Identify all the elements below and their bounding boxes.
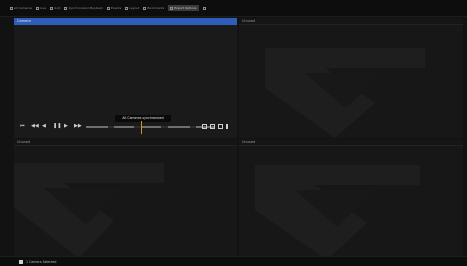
bookmark-icon	[143, 6, 147, 10]
toolbar-item-live[interactable]: Live	[36, 6, 46, 10]
info-icon[interactable]	[226, 124, 228, 129]
toolbar-item-label: Bookmarks	[147, 6, 165, 10]
logo-watermark-icon	[255, 165, 420, 256]
timeline-segment	[86, 126, 108, 128]
toolbar-item-label: All Cameras	[14, 6, 33, 10]
toolbar-item-layout[interactable]: Layout	[125, 6, 139, 10]
toolbar-item-all-cameras[interactable]: All Cameras	[10, 6, 32, 10]
toolbar-item-sync-playback[interactable]: Synchronized Playback	[64, 6, 103, 10]
skip-back-icon[interactable]: ⏮	[20, 124, 25, 129]
camera-pane-4[interactable]: Unused	[239, 139, 463, 256]
toolbar-item-grid[interactable]: Grid	[50, 6, 60, 10]
export-icon	[170, 6, 174, 10]
rewind-icon[interactable]: ◀◀	[31, 124, 39, 129]
snapshot-icon[interactable]	[210, 124, 215, 129]
pane-header: Camera	[14, 18, 237, 25]
status-text: 1 Camera Selected	[26, 259, 57, 264]
toolbar-item-label: Layout	[129, 6, 140, 10]
grid-view-icon[interactable]	[19, 260, 23, 264]
toolbar-item-label: Live	[40, 6, 47, 10]
app-window: All Cameras Live Grid Synchronized Playb…	[0, 0, 467, 266]
toolbar-item-settings[interactable]	[202, 6, 206, 10]
toolbar-item-label: Grid	[54, 6, 61, 10]
pane-header: Unused	[239, 139, 463, 146]
camera-pane-3[interactable]: Unused	[14, 139, 237, 256]
pane-header: Unused	[239, 18, 463, 25]
fast-forward-icon[interactable]: ▶▶	[74, 124, 82, 129]
timeline[interactable]	[86, 126, 214, 128]
toolbar-item-label: Events	[111, 6, 122, 10]
playhead[interactable]	[141, 121, 143, 134]
camera-icon	[10, 6, 13, 10]
toolbar-item-label: Synchronized Playback	[68, 6, 103, 10]
grid-icon	[50, 6, 54, 10]
toolbar-item-export[interactable]: Export Options	[168, 5, 199, 11]
camera-pane-2[interactable]: Unused	[239, 18, 463, 138]
camera-pane-1[interactable]: Camera All Cameras synchronized ⏮ ◀◀ ◀ ❚…	[14, 18, 237, 138]
status-bar: 1 Camera Selected	[0, 256, 467, 266]
sync-icon	[64, 6, 68, 10]
timeline-segment	[168, 126, 190, 128]
pane-header: Unused	[14, 139, 237, 146]
top-toolbar: All Cameras Live Grid Synchronized Playb…	[0, 0, 467, 17]
step-back-icon[interactable]: ◀	[42, 124, 46, 129]
toolbar-item-events[interactable]: Events	[107, 6, 121, 10]
timeline-segment	[114, 126, 134, 128]
sync-tooltip: All Cameras synchronized	[115, 115, 171, 122]
timeline-segment	[141, 126, 161, 128]
play-icon	[36, 6, 40, 10]
step-forward-icon[interactable]: ▶	[64, 124, 68, 129]
pause-icon[interactable]: ❚❚	[53, 124, 61, 129]
zoom-icon[interactable]	[202, 124, 207, 129]
logo-watermark-icon	[265, 48, 425, 138]
settings-icon	[202, 6, 206, 10]
layout-icon	[125, 6, 129, 10]
layout-icon[interactable]	[218, 124, 223, 129]
logo-watermark-icon	[14, 163, 164, 256]
bell-icon	[107, 6, 110, 10]
toolbar-item-label: Export Options	[174, 6, 197, 10]
toolbar-item-bookmarks[interactable]: Bookmarks	[143, 6, 164, 10]
